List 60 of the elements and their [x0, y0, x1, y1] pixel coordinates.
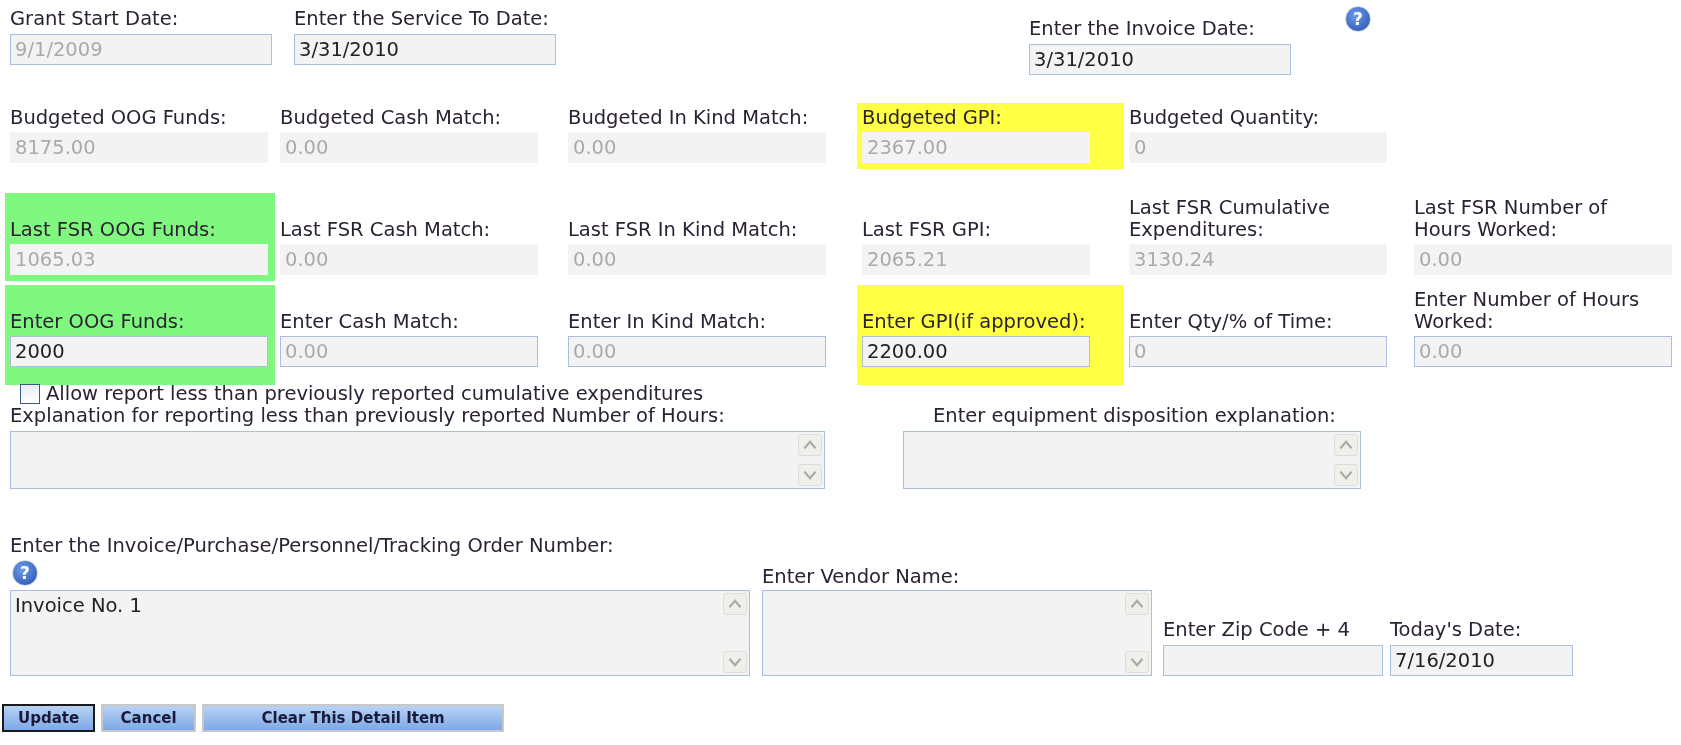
- scroll-up-icon[interactable]: [1334, 434, 1358, 456]
- field-label: Today's Date:: [1390, 619, 1523, 641]
- scroll-up-icon[interactable]: [798, 434, 822, 456]
- readonly-field: 2367.00: [862, 132, 1090, 163]
- field-label: Enter Vendor Name:: [762, 566, 961, 588]
- text-area[interactable]: [903, 431, 1361, 489]
- readonly-field: 0.00: [280, 132, 538, 163]
- field-label: Last FSR Cumulative Expenditures:: [1129, 197, 1332, 241]
- date-field[interactable]: 3/31/2010: [1029, 44, 1291, 75]
- field-label: Enter the Service To Date:: [294, 8, 550, 30]
- text-area[interactable]: [762, 590, 1152, 676]
- field-label: Enter the Invoice Date:: [1029, 18, 1256, 40]
- input-field[interactable]: 2000: [10, 336, 268, 367]
- checkbox-label: Allow report less than previously reported cumulative expenditures: [46, 383, 704, 405]
- scroll-down-icon[interactable]: [723, 651, 747, 673]
- field-label: Last FSR Number of Hours Worked:: [1414, 197, 1609, 241]
- readonly-field: 0.00: [280, 244, 538, 275]
- field-label: Enter Number of Hours Worked:: [1414, 289, 1641, 333]
- field-label: Budgeted Quantity:: [1129, 107, 1321, 129]
- checkbox[interactable]: [20, 384, 40, 404]
- field-label: Grant Start Date:: [10, 8, 180, 30]
- field-label: Budgeted OOG Funds:: [10, 107, 228, 129]
- readonly-field: 0.00: [1414, 244, 1672, 275]
- field-label: Enter Zip Code + 4: [1163, 619, 1351, 641]
- scroll-down-icon[interactable]: [1334, 464, 1358, 486]
- field-label: Enter Cash Match:: [280, 311, 460, 333]
- readonly-field: 1065.03: [10, 244, 268, 275]
- scroll-down-icon[interactable]: [1125, 651, 1149, 673]
- field-label: Enter GPI(if approved):: [862, 311, 1087, 333]
- field-label: Last FSR Cash Match:: [280, 219, 492, 241]
- form-button[interactable]: Cancel: [101, 704, 197, 732]
- text-area[interactable]: [10, 431, 825, 489]
- field-label: Budgeted GPI:: [862, 107, 1003, 129]
- readonly-field: 0.00: [568, 132, 826, 163]
- input-field[interactable]: 2200.00: [862, 336, 1090, 367]
- field-label: Enter the Invoice/Purchase/Personnel/Tracking Order Number:: [10, 535, 615, 557]
- text-area[interactable]: Invoice No. 1: [10, 590, 750, 676]
- readonly-field: 2065.21: [862, 244, 1090, 275]
- readonly-field: 3130.24: [1129, 244, 1387, 275]
- date-field[interactable]: 7/16/2010: [1390, 645, 1573, 676]
- field-label: Last FSR GPI:: [862, 219, 992, 241]
- field-label: Last FSR In Kind Match:: [568, 219, 799, 241]
- field-label: Budgeted In Kind Match:: [568, 107, 810, 129]
- date-field[interactable]: 3/31/2010: [294, 34, 556, 65]
- readonly-field: 0.00: [568, 244, 826, 275]
- field-label: Last FSR OOG Funds:: [10, 219, 217, 241]
- field-label: Explanation for reporting less than previously reported Number of Hours:: [10, 405, 726, 427]
- form-button[interactable]: Update: [2, 704, 96, 732]
- input-field[interactable]: [1163, 645, 1383, 676]
- field-label: Enter In Kind Match:: [568, 311, 768, 333]
- scroll-up-icon[interactable]: [1125, 593, 1149, 615]
- scroll-down-icon[interactable]: [798, 464, 822, 486]
- field-label: Enter Qty/% of Time:: [1129, 311, 1334, 333]
- field-label: Enter equipment disposition explanation:: [932, 405, 1337, 427]
- scroll-up-icon[interactable]: [723, 593, 747, 615]
- readonly-field: 0: [1129, 132, 1387, 163]
- form-button[interactable]: Clear This Detail Item: [202, 704, 505, 732]
- readonly-field: 8175.00: [10, 132, 268, 163]
- field-label: Enter OOG Funds:: [10, 311, 186, 333]
- field-label: Budgeted Cash Match:: [280, 107, 503, 129]
